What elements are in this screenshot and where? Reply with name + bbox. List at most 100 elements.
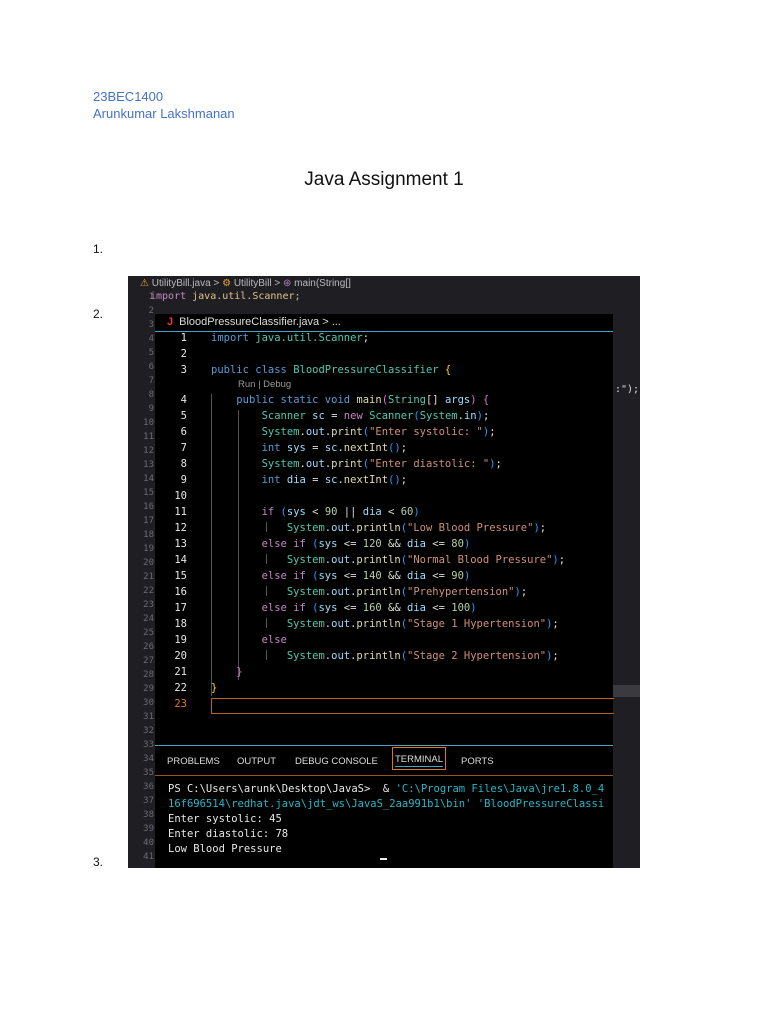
code-token: dia	[407, 602, 426, 614]
outer-line-number: 39	[143, 824, 154, 834]
code-token: dia	[362, 506, 382, 518]
outer-line-number: 25	[143, 628, 154, 638]
code-token: }	[211, 682, 218, 694]
java-file-icon: ⚠	[140, 278, 152, 289]
code-token: ()	[388, 442, 401, 454]
line-number: 4	[180, 394, 187, 406]
codelens-run-debug[interactable]: Run | Debug	[238, 379, 291, 390]
outer-line-number: 36	[143, 782, 154, 792]
code-line: import java.util.Scanner;	[211, 332, 369, 344]
terminal-panel: PROBLEMS OUTPUT DEBUG CONSOLE TERMINAL P…	[155, 746, 613, 868]
code-token: String	[388, 394, 426, 406]
outer-line-number: 18	[143, 530, 154, 540]
code-token: []	[425, 394, 445, 406]
code-token: Scanner	[369, 410, 414, 422]
outer-line-number: 10	[143, 418, 154, 428]
document-title: Java Assignment 1	[304, 169, 464, 190]
tab-terminal[interactable]: TERMINAL	[392, 747, 447, 770]
editor-breadcrumb[interactable]: J BloodPressureClassifier.java > ...	[167, 316, 341, 328]
tab-output[interactable]: OUTPUT	[237, 756, 276, 767]
line-number: 23	[174, 698, 187, 710]
code-token: "Enter systolic: "	[369, 426, 483, 438]
outer-line-number: 13	[143, 460, 154, 470]
breadcrumb-rest: ...	[331, 316, 341, 328]
code-token: ;	[539, 522, 547, 534]
divider	[155, 775, 613, 776]
line-number: 2	[180, 348, 187, 360]
code-token: )	[470, 602, 477, 614]
code-line: System.out.println("Normal Blood Pressur…	[211, 554, 565, 566]
code-line: int sys = sc.nextInt();	[211, 442, 407, 454]
code-token: ;	[400, 474, 408, 486]
tab-debug-console[interactable]: DEBUG CONSOLE	[295, 756, 378, 767]
outer-line-number: 3	[148, 320, 154, 330]
code-token: import	[211, 332, 249, 344]
line-number: 21	[174, 666, 187, 678]
code-token: "Stage 1 Hypertension"	[407, 618, 547, 630]
code-token: public static void	[236, 394, 357, 406]
code-token: ;	[552, 618, 559, 630]
code-token: out	[305, 458, 325, 470]
outer-line-number: 27	[143, 656, 154, 666]
code-token: out	[331, 554, 351, 566]
code-token: out	[331, 650, 351, 662]
code-token: System	[286, 618, 325, 630]
outer-line-number: 26	[143, 642, 154, 652]
outer-line-number: 11	[143, 432, 154, 442]
code-token: new	[343, 410, 370, 422]
code-token: &&	[381, 570, 408, 582]
student-name: Arunkumar Lakshmanan	[93, 106, 235, 121]
code-token: System	[286, 554, 325, 566]
line-number: 15	[174, 570, 187, 582]
line-number: 19	[174, 634, 187, 646]
outer-line-number: 4	[148, 334, 154, 344]
code-token: 120	[362, 538, 382, 550]
code-token: Scanner	[261, 410, 306, 422]
outer-line-number: 5	[148, 348, 154, 358]
outer-line-number: 21	[143, 572, 154, 582]
code-editor[interactable]: J BloodPressureClassifier.java > ... Run …	[155, 314, 614, 748]
code-token: ()	[388, 474, 401, 486]
code-token: println	[356, 586, 401, 598]
outer-line-number: 35	[143, 768, 154, 778]
code-token: 60	[400, 506, 414, 518]
code-token: =	[324, 410, 344, 422]
outer-line-number: 20	[143, 558, 154, 568]
outer-line-number: 19	[143, 544, 154, 554]
code-token: BloodPressureClassifier	[293, 364, 439, 376]
code-token: 80	[451, 538, 464, 550]
outer-line-number: 14	[143, 474, 154, 484]
code-token: System	[286, 650, 325, 662]
code-token: System	[286, 586, 325, 598]
code-token: )	[463, 570, 471, 582]
code-token: main	[356, 394, 382, 406]
outer-line-number: 15	[143, 488, 154, 498]
outer-line-number: 33	[143, 740, 154, 750]
tab-problems[interactable]: PROBLEMS	[167, 756, 220, 767]
code-token: ;	[489, 426, 496, 438]
code-line: else	[211, 634, 287, 646]
outer-line-number: 16	[143, 502, 154, 512]
line-number: 1	[180, 332, 187, 344]
code-token: System	[261, 426, 300, 438]
code-token: ;	[520, 586, 528, 598]
code-token: int	[261, 474, 287, 486]
line-number: 14	[174, 554, 187, 566]
outer-line-number: 8	[148, 390, 154, 400]
code-line: if (sys < 90 || dia < 60)	[211, 506, 420, 518]
outer-code-line: import java.util.Scanner;	[150, 291, 301, 302]
line-number: 18	[174, 618, 187, 630]
tab-ports[interactable]: PORTS	[461, 756, 494, 767]
code-token: "Normal Blood Pressure"	[407, 554, 553, 566]
terminal-line: PS C:\Users\arunk\Desktop\JavaS> & 'C:\P…	[168, 783, 604, 795]
outer-gutter: 1 2 3 4 5 6 7 8 9 10 11 12 13 14 15 16 17 18 19 20 21 22 23 24 2…	[136, 290, 154, 864]
code-token: dia	[286, 474, 306, 486]
code-token: dia	[407, 538, 426, 550]
outer-line-number: 29	[143, 684, 154, 694]
